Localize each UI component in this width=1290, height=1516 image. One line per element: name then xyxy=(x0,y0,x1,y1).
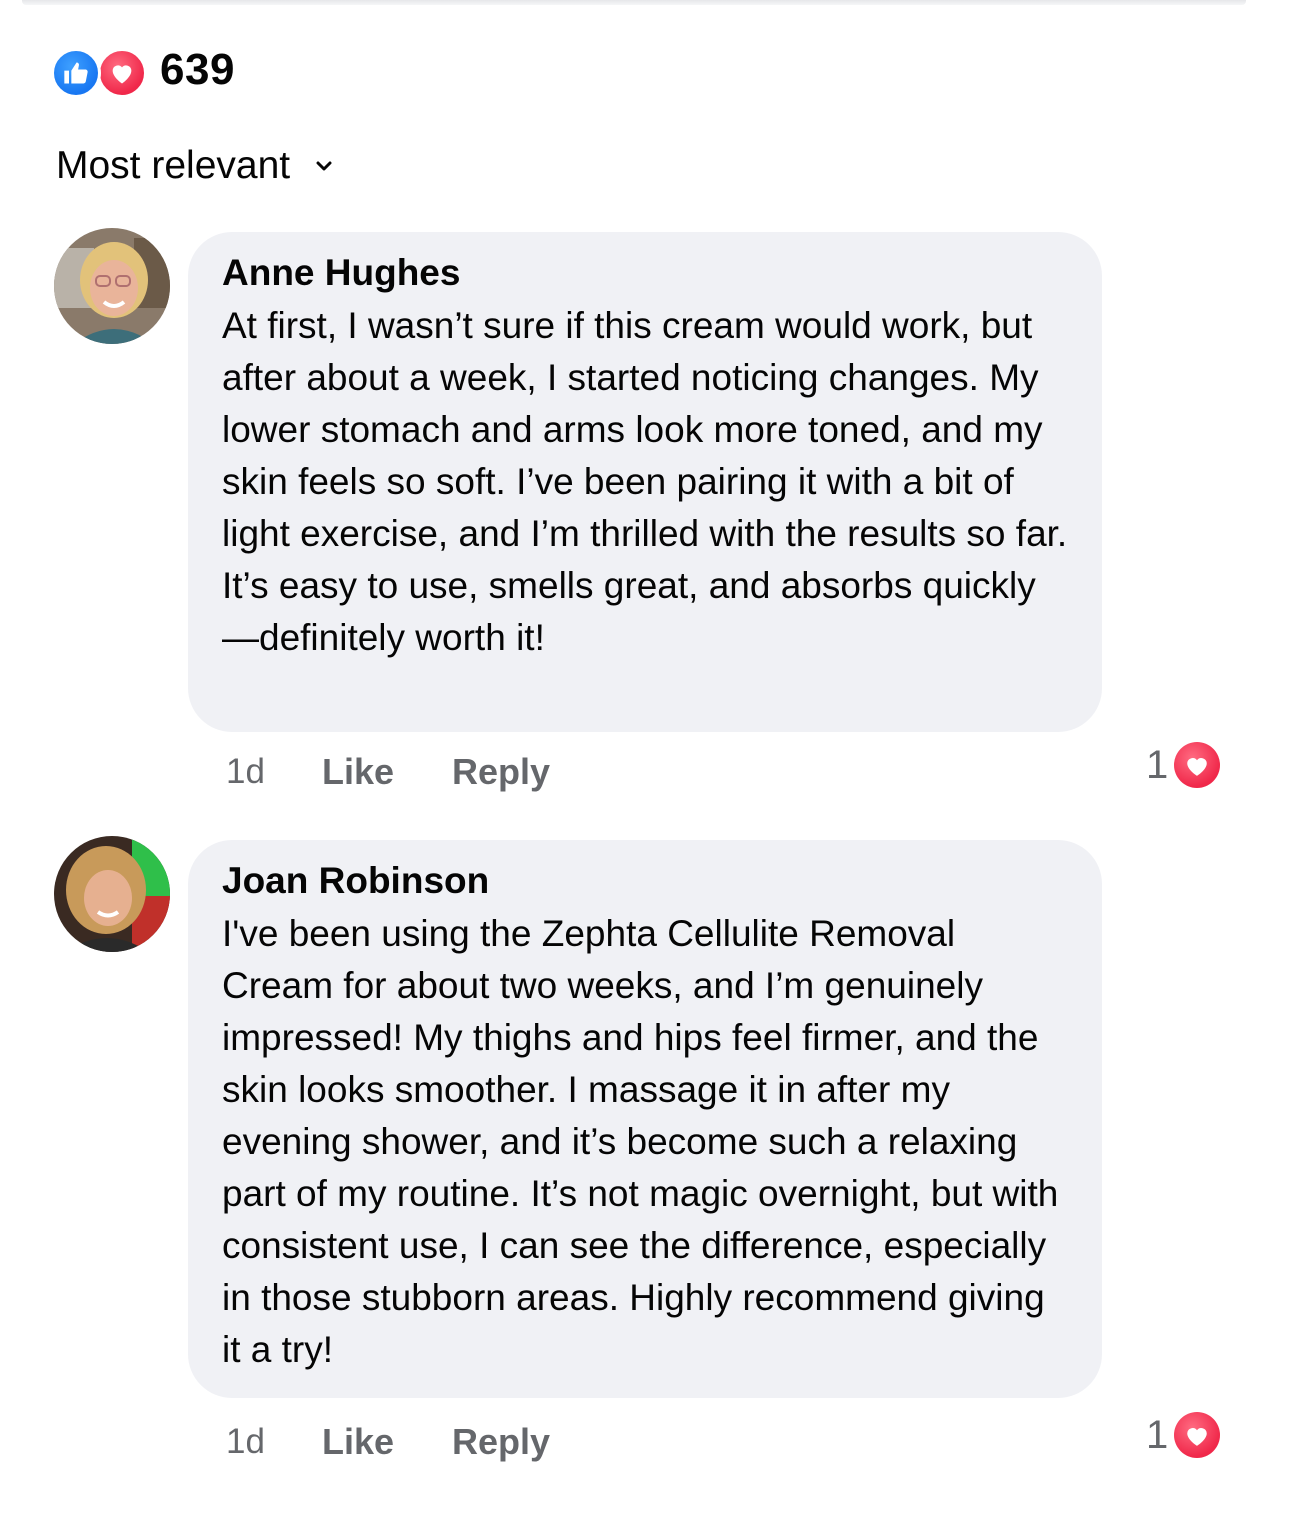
reply-button[interactable]: Reply xyxy=(452,747,550,797)
comment-bubble: Anne Hughes At first, I wasn’t sure if t… xyxy=(188,232,1102,732)
avatar[interactable] xyxy=(54,228,170,344)
comment-actions: 1d Like Reply xyxy=(226,1417,550,1467)
like-button[interactable]: Like xyxy=(322,1417,452,1467)
comment-time[interactable]: 1d xyxy=(226,1417,322,1467)
like-button[interactable]: Like xyxy=(322,747,452,797)
avatar[interactable] xyxy=(54,836,170,952)
comment-bubble: Joan Robinson I've been using the Zephta… xyxy=(188,840,1102,1398)
reaction-count: 1 xyxy=(1146,1413,1169,1457)
sort-dropdown[interactable]: Most relevant xyxy=(56,142,332,190)
reaction-count: 639 xyxy=(160,45,235,94)
love-icon xyxy=(97,48,147,98)
comment-text: I've been using the Zephta Cellulite Rem… xyxy=(222,913,1059,1370)
like-icon xyxy=(51,48,101,98)
love-icon xyxy=(1174,1412,1221,1458)
reaction-icons xyxy=(51,46,148,98)
comment-text: At first, I wasn’t sure if this cream wo… xyxy=(222,305,1068,658)
reaction-summary[interactable]: 639 xyxy=(51,45,235,98)
sort-label: Most relevant xyxy=(56,144,291,187)
love-icon xyxy=(1174,742,1221,788)
comment-reactions[interactable]: 1 xyxy=(1146,1410,1221,1460)
comments-page: 639 Most relevant Anne Hughes At first, … xyxy=(0,0,1290,1516)
comment-actions: 1d Like Reply xyxy=(226,747,550,797)
reaction-count: 1 xyxy=(1146,743,1169,787)
chevron-down-icon xyxy=(316,161,332,171)
comment-time[interactable]: 1d xyxy=(226,747,322,797)
comment-author[interactable]: Anne Hughes xyxy=(222,250,1068,296)
comment-author[interactable]: Joan Robinson xyxy=(222,858,1068,904)
comment-reactions[interactable]: 1 xyxy=(1146,740,1221,790)
reply-button[interactable]: Reply xyxy=(452,1417,550,1467)
top-divider xyxy=(22,0,1246,5)
